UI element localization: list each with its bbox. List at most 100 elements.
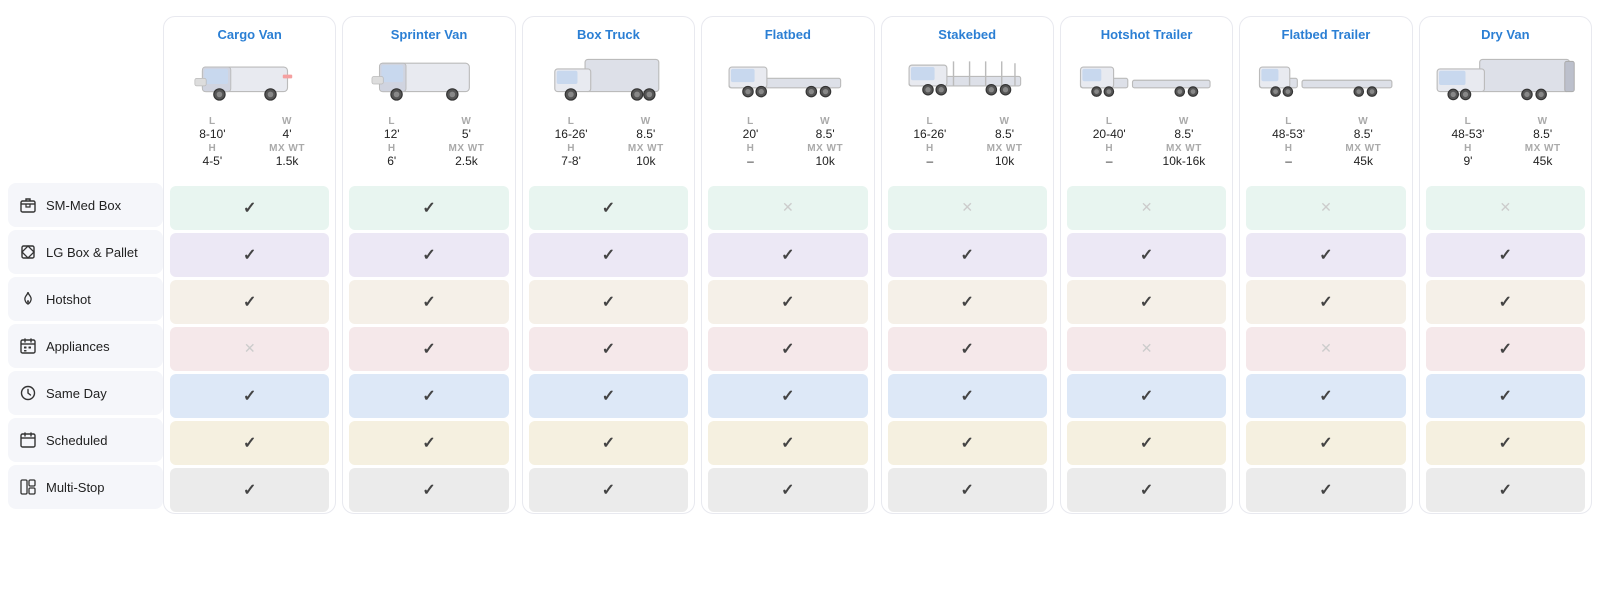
spec-label-L: L	[898, 116, 963, 127]
cell-box-truck-row-1: ✓	[529, 233, 688, 277]
specs-flatbed: L 20' W 8.5' H – MX WT 10k	[710, 112, 865, 176]
spec-label-W: W	[793, 116, 858, 127]
cell-hotshot-trailer-row-0: ✕	[1067, 186, 1226, 230]
vehicle-image-flatbed	[710, 48, 865, 104]
specs-stakebed: L 16-26' W 8.5' H – MX WT 10k	[890, 112, 1045, 176]
cell-stakebed-row-2: ✓	[888, 280, 1047, 324]
spec-label-MXWT: MX WT	[1152, 143, 1217, 154]
spec-val-H: –	[1077, 154, 1142, 168]
specs-dry-van: L 48-53' W 8.5' H 9' MX WT 45k	[1428, 112, 1583, 176]
cell-sprinter-van-row-2: ✓	[349, 280, 508, 324]
cell-dry-van-row-4: ✓	[1426, 374, 1585, 418]
check-icon: ✓	[1140, 292, 1153, 312]
cells-area-stakebed: ✕✓✓✓✓✓✓	[882, 184, 1053, 513]
spec-val-L: 12'	[359, 127, 424, 141]
cell-cargo-van-row-2: ✓	[170, 280, 329, 324]
check-icon: ✓	[1319, 386, 1332, 406]
vehicle-image-sprinter-van	[351, 48, 506, 104]
cell-box-truck-row-5: ✓	[529, 421, 688, 465]
cell-flatbed-row-3: ✓	[708, 327, 867, 371]
col-header-dry-van: Dry Van L 48-53' W 8.5' H 9'	[1420, 17, 1591, 184]
vehicle-image-flatbed-trailer	[1248, 48, 1403, 104]
vehicle-image-cargo-van	[172, 48, 327, 104]
check-icon: ✓	[422, 292, 435, 312]
cell-flatbed-trailer-row-4: ✓	[1246, 374, 1405, 418]
sidebar-item-multi-stop[interactable]: Multi-Stop	[8, 465, 163, 509]
cell-hotshot-trailer-row-2: ✓	[1067, 280, 1226, 324]
cell-flatbed-row-1: ✓	[708, 233, 867, 277]
col-title-flatbed: Flatbed	[710, 27, 865, 42]
cross-icon: ✕	[961, 199, 973, 216]
spec-label-MXWT: MX WT	[972, 143, 1037, 154]
cells-area-flatbed-trailer: ✕✓✓✕✓✓✓	[1240, 184, 1411, 513]
sidebar-item-sm-med-box[interactable]: SM-Med Box	[8, 183, 163, 227]
cell-stakebed-row-1: ✓	[888, 233, 1047, 277]
cell-hotshot-trailer-row-6: ✓	[1067, 468, 1226, 512]
cell-box-truck-row-3: ✓	[529, 327, 688, 371]
sidebar-label: Multi-Stop	[46, 480, 105, 495]
spec-val-H: –	[898, 154, 963, 168]
cell-hotshot-trailer-row-4: ✓	[1067, 374, 1226, 418]
sidebar-item-appliances[interactable]: Appliances	[8, 324, 163, 368]
vehicle-col-flatbed-trailer: Flatbed Trailer L 48-53' W 8.5' H –	[1239, 16, 1412, 514]
check-icon: ✓	[1140, 245, 1153, 265]
cell-cargo-van-row-5: ✓	[170, 421, 329, 465]
check-icon: ✓	[422, 386, 435, 406]
check-icon: ✓	[1499, 245, 1512, 265]
vehicle-col-sprinter-van: Sprinter Van L 12' W 5' H 6' MX WT	[342, 16, 515, 514]
col-header-flatbed-trailer: Flatbed Trailer L 48-53' W 8.5' H –	[1240, 17, 1411, 184]
spec-val-W: 5'	[434, 127, 499, 141]
check-icon: ✓	[1499, 433, 1512, 453]
specs-hotshot-trailer: L 20-40' W 8.5' H – MX WT 10k-16k	[1069, 112, 1224, 176]
spec-label-MXWT: MX WT	[1510, 143, 1575, 154]
spec-val-W: 4'	[255, 127, 320, 141]
spec-label-MXWT: MX WT	[793, 143, 858, 154]
spec-val-L: 20-40'	[1077, 127, 1142, 141]
cell-stakebed-row-5: ✓	[888, 421, 1047, 465]
check-icon: ✓	[1499, 480, 1512, 500]
check-icon: ✓	[422, 433, 435, 453]
col-title-dry-van: Dry Van	[1428, 27, 1583, 42]
spec-val-W: 8.5'	[1331, 127, 1396, 141]
vehicle-col-dry-van: Dry Van L 48-53' W 8.5' H 9'	[1419, 16, 1592, 514]
sidebar-item-scheduled[interactable]: Scheduled	[8, 418, 163, 462]
spec-val-MXWT: 2.5k	[434, 154, 499, 168]
cell-dry-van-row-6: ✓	[1426, 468, 1585, 512]
check-icon: ✓	[1499, 339, 1512, 359]
check-icon: ✓	[781, 245, 794, 265]
specs-cargo-van: L 8-10' W 4' H 4-5' MX WT 1.5k	[172, 112, 327, 176]
spec-label-H: H	[1256, 143, 1321, 154]
spec-val-MXWT: 45k	[1510, 154, 1575, 168]
spec-label-H: H	[180, 143, 245, 154]
vehicle-col-cargo-van: Cargo Van L 8-10' W 4' H 4-5' MX	[163, 16, 336, 514]
check-icon: ✓	[422, 198, 435, 218]
cell-flatbed-row-4: ✓	[708, 374, 867, 418]
cell-sprinter-van-row-6: ✓	[349, 468, 508, 512]
check-icon: ✓	[602, 433, 615, 453]
vehicle-col-flatbed: Flatbed L 20' W 8.5' H –	[701, 16, 874, 514]
sidebar-item-hotshot[interactable]: Hotshot	[8, 277, 163, 321]
check-icon: ✓	[1499, 292, 1512, 312]
cell-flatbed-row-0: ✕	[708, 186, 867, 230]
sidebar-item-lg-box-pallet[interactable]: LG Box & Pallet	[8, 230, 163, 274]
cell-sprinter-van-row-0: ✓	[349, 186, 508, 230]
spec-val-L: 16-26'	[898, 127, 963, 141]
box-icon	[18, 195, 38, 215]
check-icon: ✓	[422, 245, 435, 265]
vehicle-image-stakebed	[890, 48, 1045, 104]
spec-val-MXWT: 45k	[1331, 154, 1396, 168]
cells-area-hotshot-trailer: ✕✓✓✕✓✓✓	[1061, 184, 1232, 513]
sidebar-item-same-day[interactable]: Same Day	[8, 371, 163, 415]
vehicle-image-box-truck	[531, 48, 686, 104]
cell-stakebed-row-3: ✓	[888, 327, 1047, 371]
cell-cargo-van-row-6: ✓	[170, 468, 329, 512]
spec-val-W: 8.5'	[1510, 127, 1575, 141]
col-title-cargo-van: Cargo Van	[172, 27, 327, 42]
cross-icon: ✕	[1320, 340, 1332, 357]
calendar-grid-icon	[18, 336, 38, 356]
cell-box-truck-row-2: ✓	[529, 280, 688, 324]
cell-stakebed-row-6: ✓	[888, 468, 1047, 512]
cell-cargo-van-row-0: ✓	[170, 186, 329, 230]
spec-label-MXWT: MX WT	[434, 143, 499, 154]
cell-box-truck-row-6: ✓	[529, 468, 688, 512]
